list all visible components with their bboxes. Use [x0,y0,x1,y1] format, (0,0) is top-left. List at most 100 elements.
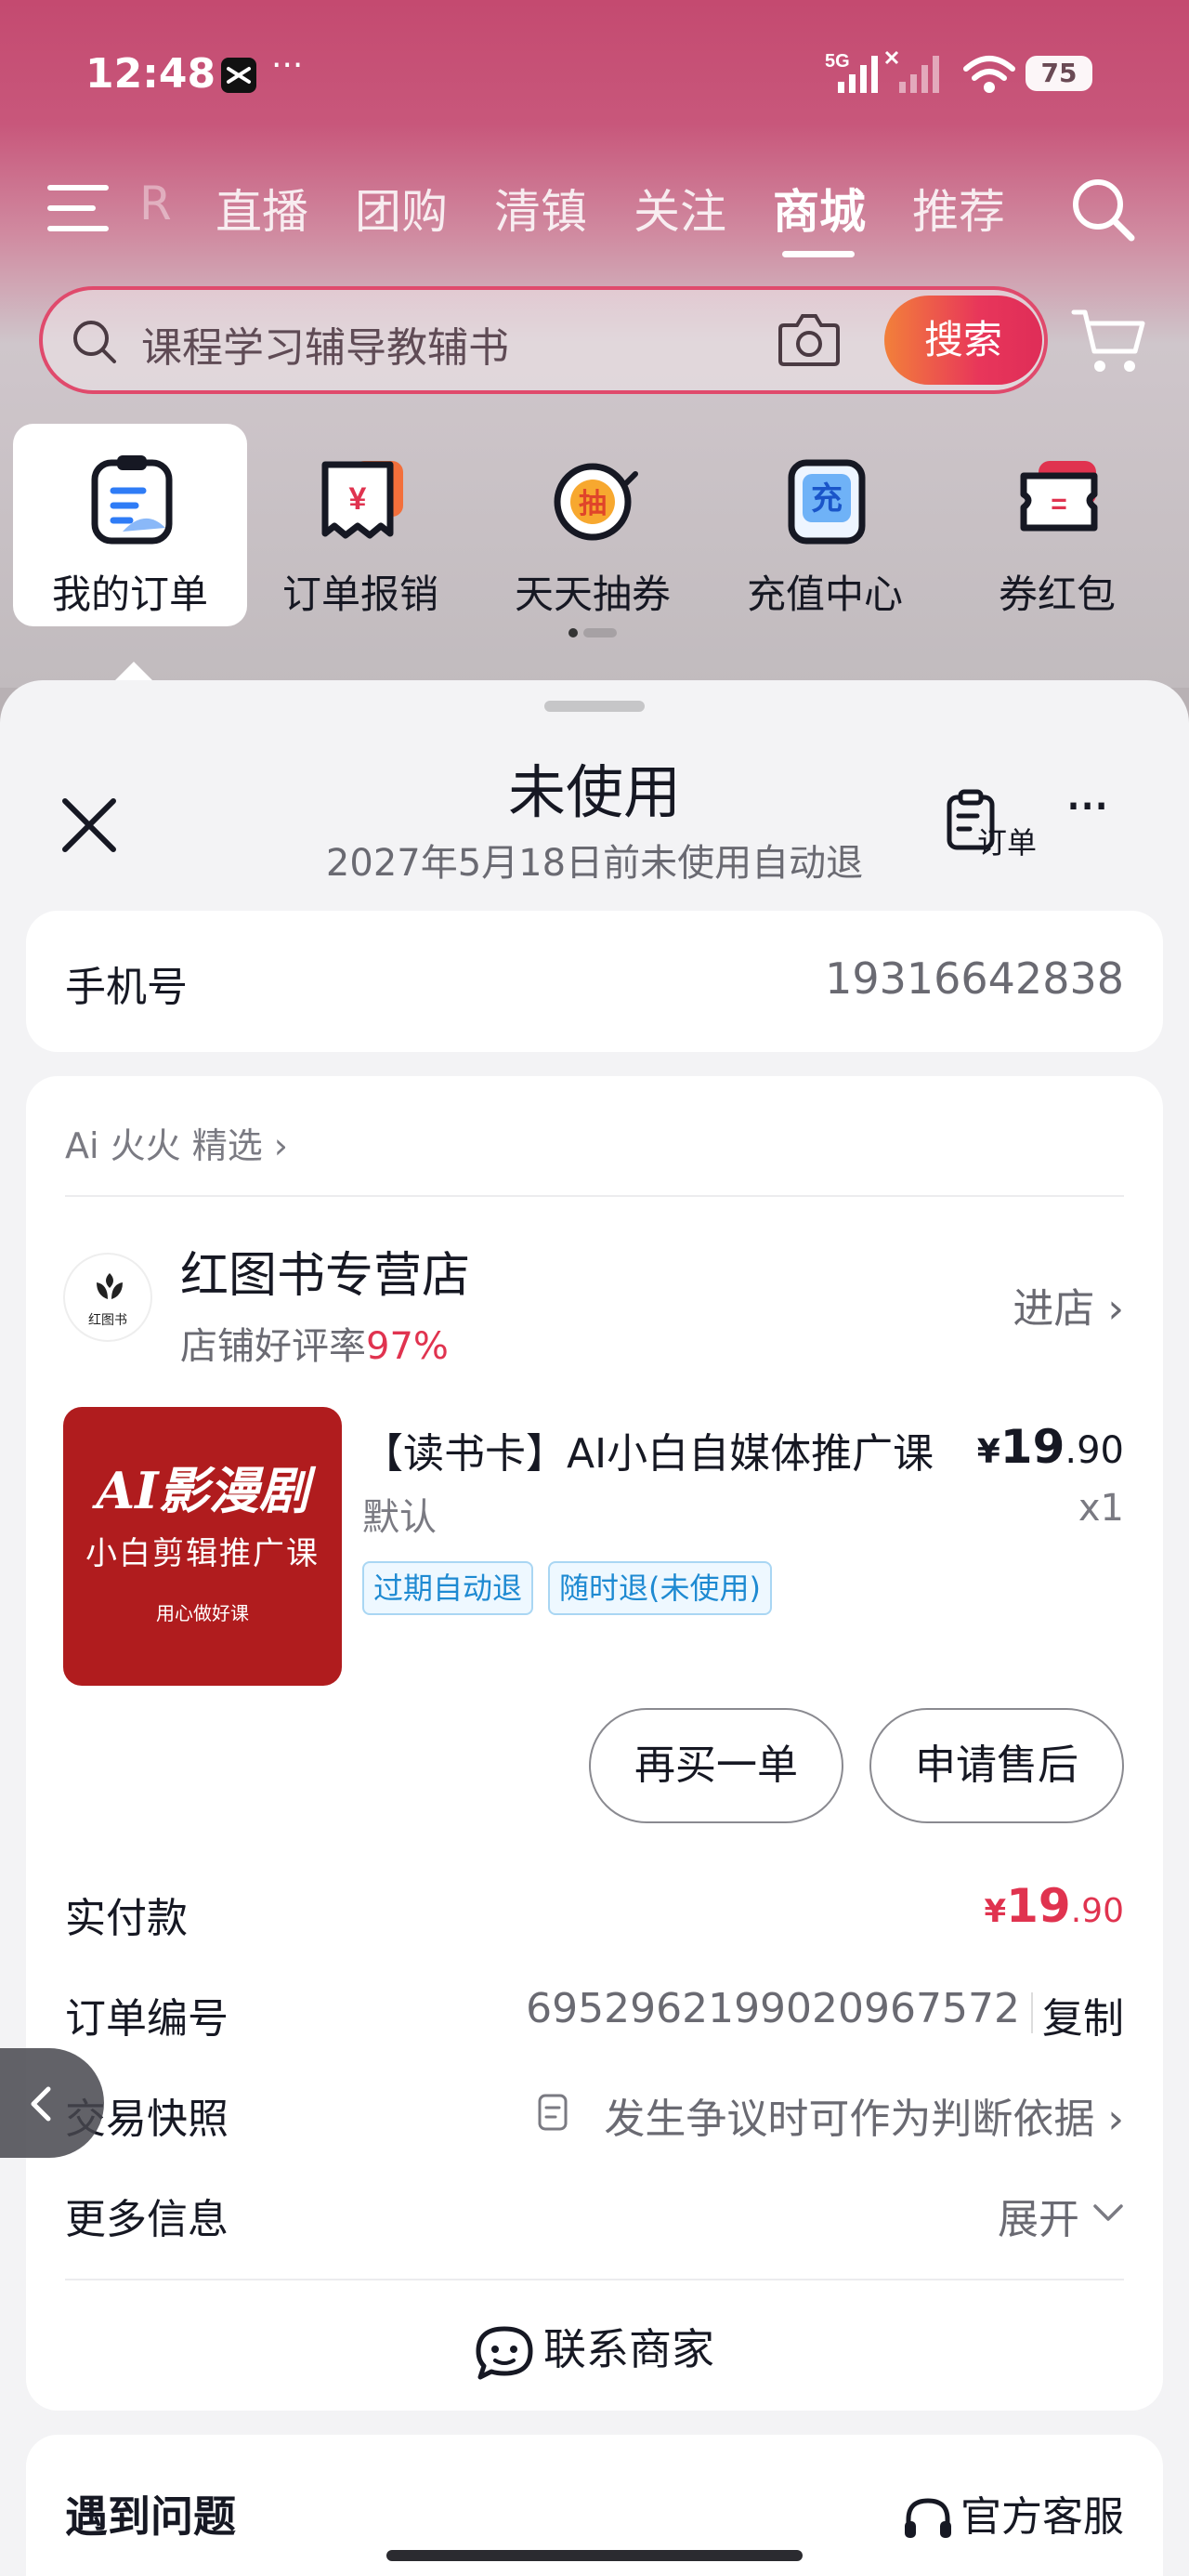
more-info-row[interactable]: 更多信息 展开 [65,2180,1124,2245]
more-info-label: 更多信息 [65,2196,229,2243]
price-integer: 19 [1000,1420,1065,1474]
phone-card: 手机号 19316642838 [26,911,1163,1052]
shortcut-coupons[interactable]: = 券红包 [940,424,1174,626]
price-decimal: .90 [1065,1429,1124,1472]
more-info-toggle[interactable]: 展开 [998,2186,1079,2245]
battery-indicator: 75 [1026,56,1092,91]
chat-icon [476,2326,533,2379]
top-nav: R 直播 团购 清镇 关注 商城 推荐 [0,167,1189,257]
document-icon [538,2094,568,2131]
tab-mall[interactable]: 商城 [773,175,866,242]
orders-label: 订单 [977,825,1038,861]
paid-integer: 19 [1006,1879,1071,1933]
shortcut-lottery[interactable]: 抽 天天抽券 [476,424,710,626]
svg-text:5G: 5G [825,51,850,72]
shop-rating-value: 97% [366,1325,449,1368]
home-indicator[interactable] [386,2550,803,2561]
contact-merchant-button[interactable]: 联系商家 [26,2316,1163,2381]
enter-shop-link[interactable]: 进店 › [1013,1275,1124,1334]
signal-icon: 5G [825,50,939,93]
page-dot-active [568,628,578,637]
divider [65,2279,1124,2280]
shortcut-label: 订单报销 [281,572,438,617]
shortcut-row: 我的订单 ¥ 订单报销 抽 天天抽券 充 充值中心 = 券红包 [0,409,1189,651]
pagination-dots [568,628,624,637]
menu-icon[interactable] [46,180,111,236]
search-input[interactable]: 课程学习辅导教辅书 [141,314,509,374]
order-number-value: 6952962199020967572 [526,1985,1020,2032]
cart-icon[interactable] [1070,303,1148,377]
active-tab-indicator [782,251,855,257]
order-number-row: 订单编号 6952962199020967572 复制 [65,1979,1124,2044]
shop-rating: 店铺好评率97% [180,1316,449,1370]
shop-logo-text: 红图书 [88,1313,127,1328]
search-button[interactable]: 搜索 [884,296,1042,385]
shortcut-reimburse[interactable]: ¥ 订单报销 [243,424,477,626]
shop-logo-mark [97,1273,123,1299]
page-dot [583,628,617,637]
tag-refund-anytime: 随时退(未使用) [548,1561,772,1615]
product-title[interactable]: 【读书卡】AI小白自媒体推广课 [362,1420,938,1479]
tab-recommend[interactable]: 推荐 [912,175,1005,242]
official-service-label: 官方客服 [960,2493,1124,2541]
shop-name[interactable]: 红图书专营店 [180,1236,470,1306]
paid-symbol: ¥ [984,1893,1007,1930]
shortcut-recharge[interactable]: 充 充值中心 [708,424,942,626]
search-icon[interactable] [1068,175,1137,243]
product-image-title: AI影漫剧 [96,1461,309,1520]
order-detail-sheet: 未使用 2027年5月18日前未使用自动退 订单 ··· 手机号 1931664… [0,680,1189,2576]
sheet-grab-handle[interactable] [544,701,645,712]
product-quantity: x1 [1078,1487,1124,1530]
orders-button[interactable]: 订单 [944,788,1048,862]
tag-auto-refund: 过期自动退 [362,1561,534,1615]
product-price: ¥19.90 [977,1420,1124,1474]
product-spec: 默认 [362,1496,437,1539]
order-card: Ai 火火 精选 › 红图书 红图书专营店 店铺好评率97% 进店 › AI影漫… [26,1076,1163,2411]
phone-label: 手机号 [65,964,188,1011]
product-image[interactable]: AI影漫剧 小白剪辑推广课 用心做好课 [63,1407,342,1686]
official-service-button[interactable]: 官方客服 [901,2483,1124,2543]
shortcut-label: 券红包 [998,572,1116,617]
lottery-glyph: 抽 [579,488,607,520]
order-number-label: 订单编号 [65,1995,229,2043]
shop-avatar[interactable]: 红图书 [63,1253,152,1342]
aftersale-button[interactable]: 申请售后 [869,1708,1124,1823]
issue-label: 遇到问题 [65,2491,236,2542]
phone-value: 19316642838 [825,953,1124,1004]
shortcut-label: 充值中心 [746,572,903,617]
search-bar[interactable]: 课程学习辅导教辅书 搜索 [39,286,1048,394]
lottery-icon: 抽 [554,463,638,541]
rebuy-button[interactable]: 再买一单 [589,1708,843,1823]
separator [1031,1992,1033,2033]
more-options-icon[interactable]: ··· [1065,779,1135,835]
snapshot-row[interactable]: 交易快照 发生争议时可作为判断依据 › [65,2080,1124,2145]
tab-group-buy[interactable]: 团购 [355,175,448,242]
camera-icon[interactable] [777,310,842,368]
divider [65,1195,1124,1197]
coupon-icon: = [1020,461,1098,532]
capcut-icon [221,58,256,93]
shortcut-label: 天天抽券 [514,572,671,617]
paid-label: 实付款 [65,1895,188,1942]
source-channel-link[interactable]: Ai 火火 精选 › [65,1117,288,1168]
headset-icon [905,2498,951,2538]
tab-local[interactable]: 清镇 [494,175,587,242]
copy-button[interactable]: 复制 [1042,1985,1124,2044]
shortcut-my-orders[interactable]: 我的订单 [13,424,247,626]
status-more-icon: ··· [271,46,304,85]
search-icon [73,321,116,363]
recharge-icon: 充 [788,459,866,545]
tab-partial[interactable]: R [139,177,172,230]
price-symbol: ¥ [976,1433,1000,1471]
tab-follow[interactable]: 关注 [634,175,726,242]
chevron-left-icon [31,2086,51,2122]
product-image-slogan: 用心做好课 [156,1602,249,1624]
paid-row: 实付款 ¥19.90 [65,1879,1124,1944]
shortcut-label: 我的订单 [51,572,208,617]
status-time: 12:48 [85,50,216,98]
recharge-glyph: 充 [811,480,843,518]
receipt-icon: ¥ [321,461,403,539]
tab-live[interactable]: 直播 [216,175,308,242]
wifi-icon [963,56,1015,93]
status-bar: 12:48 ··· 5G 75 [0,45,1189,104]
